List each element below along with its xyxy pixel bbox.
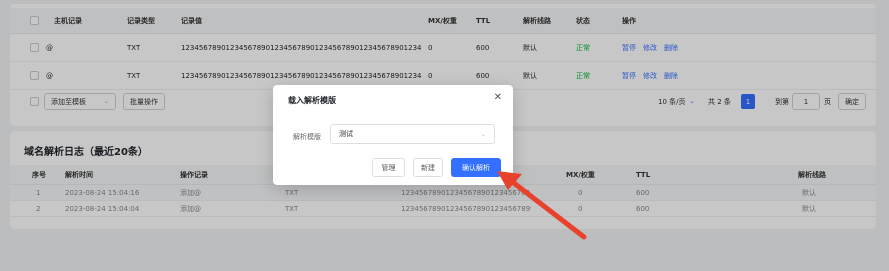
load-template-modal: 载入解析模版 ✕ 解析模版 测试 ⌄ 管理 新建 确认解析 (273, 85, 513, 185)
new-button[interactable]: 新建 (413, 158, 443, 177)
close-icon[interactable]: ✕ (494, 92, 502, 103)
confirm-resolve-button[interactable]: 确认解析 (451, 158, 501, 177)
chevron-down-icon: ⌄ (480, 130, 486, 138)
template-field-label: 解析模版 (293, 133, 321, 141)
manage-button[interactable]: 管理 (372, 158, 405, 177)
template-select-value: 测试 (339, 130, 353, 138)
template-select[interactable]: 测试 ⌄ (330, 124, 495, 144)
modal-title: 载入解析模版 (288, 96, 336, 105)
